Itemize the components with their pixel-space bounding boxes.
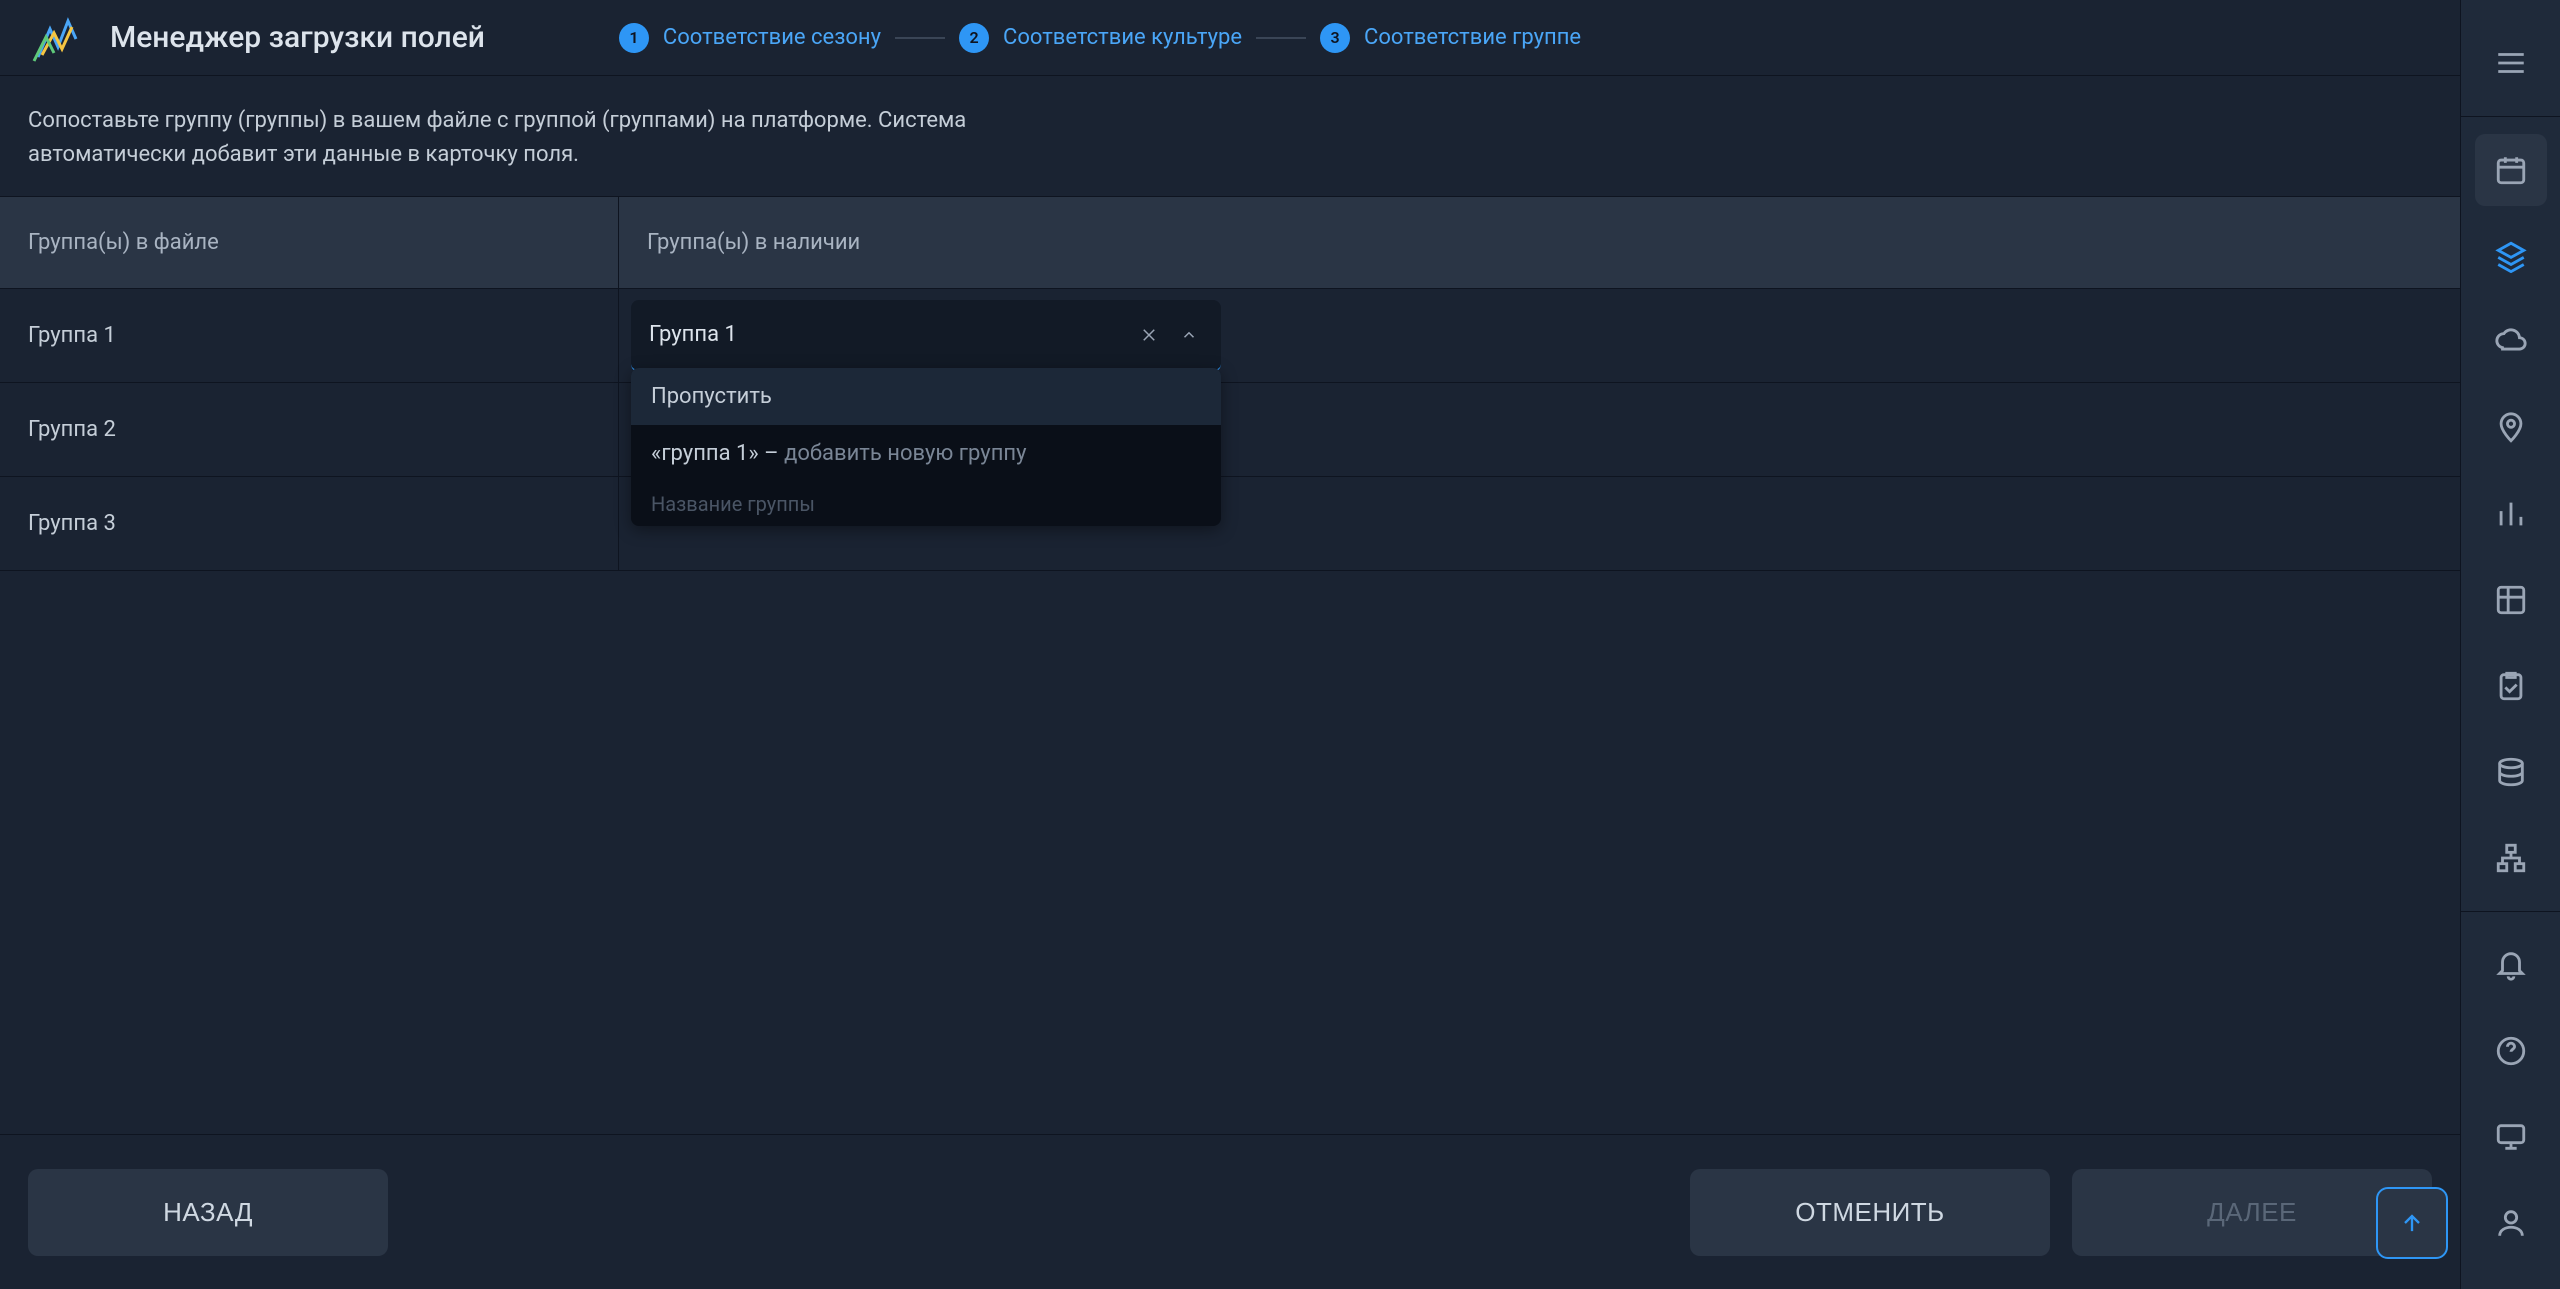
location-icon[interactable]: [2475, 392, 2547, 464]
header: Менеджер загрузки полей 1 Соответствие с…: [0, 0, 2460, 76]
step-separator: [1256, 37, 1306, 39]
rail-separator: [2461, 116, 2560, 117]
step-culture[interactable]: 2 Соответствие культуре: [959, 23, 1242, 53]
column-header-file: Группа(ы) в файле: [0, 230, 618, 255]
column-header-available: Группа(ы) в наличии: [618, 197, 2460, 288]
dropdown-option-skip[interactable]: Пропустить: [631, 368, 1221, 425]
calendar-icon[interactable]: [2475, 134, 2547, 206]
layers-icon[interactable]: [2475, 220, 2547, 292]
sitemap-icon[interactable]: [2475, 822, 2547, 894]
step-number: 1: [619, 23, 649, 53]
select-value: Группа 1: [649, 322, 1123, 347]
back-button[interactable]: НАЗАД: [28, 1169, 388, 1256]
table-row: Группа 3 Название группы: [0, 477, 2460, 571]
cancel-button[interactable]: ОТМЕНИТЬ: [1690, 1169, 2050, 1256]
dropdown-hint: Название группы: [631, 482, 1221, 526]
stepper: 1 Соответствие сезону 2 Соответствие кул…: [619, 23, 1581, 53]
monitor-icon[interactable]: [2475, 1101, 2547, 1173]
clear-icon[interactable]: [1135, 321, 1163, 349]
step-number: 3: [1320, 23, 1350, 53]
bell-icon[interactable]: [2475, 929, 2547, 1001]
clipboard-check-icon[interactable]: [2475, 650, 2547, 722]
step-number: 2: [959, 23, 989, 53]
mapping-table: Группа(ы) в файле Группа(ы) в наличии Гр…: [0, 196, 2460, 571]
page-title: Менеджер загрузки полей: [110, 20, 485, 55]
step-season[interactable]: 1 Соответствие сезону: [619, 23, 881, 53]
file-group-cell: Группа 2: [0, 383, 618, 476]
dropdown-option-add-new[interactable]: «группа 1» – добавить новую группу: [631, 425, 1221, 482]
chart-icon[interactable]: [2475, 478, 2547, 550]
file-group-cell: Группа 3: [0, 477, 618, 570]
caret-up-icon[interactable]: [1175, 321, 1203, 349]
right-rail: [2460, 0, 2560, 1289]
table-header-row: Группа(ы) в файле Группа(ы) в наличии: [0, 196, 2460, 289]
step-separator: [895, 37, 945, 39]
table-row: Группа 2 Название группы: [0, 383, 2460, 477]
step-label: Соответствие группе: [1364, 25, 1581, 50]
cloud-icon[interactable]: [2475, 306, 2547, 378]
available-group-cell: Группа 1 Пропустить «группа 1» – добавит…: [618, 289, 2460, 382]
description-text: Сопоставьте группу (группы) в вашем файл…: [0, 76, 1150, 196]
grid-icon[interactable]: [2475, 564, 2547, 636]
step-label: Соответствие сезону: [663, 25, 881, 50]
database-icon[interactable]: [2475, 736, 2547, 808]
file-group-cell: Группа 1: [0, 289, 618, 382]
step-label: Соответствие культуре: [1003, 25, 1242, 50]
group-select[interactable]: Группа 1: [631, 300, 1221, 372]
help-icon[interactable]: [2475, 1015, 2547, 1087]
app-logo: [28, 9, 86, 67]
table-row: Группа 1 Группа 1 Пропустить: [0, 289, 2460, 383]
user-icon[interactable]: [2475, 1187, 2547, 1259]
rail-separator: [2461, 911, 2560, 912]
footer: НАЗАД ОТМЕНИТЬ ДАЛЕЕ: [0, 1134, 2460, 1289]
step-group[interactable]: 3 Соответствие группе: [1320, 23, 1581, 53]
menu-icon[interactable]: [2475, 27, 2547, 99]
group-dropdown: Пропустить «группа 1» – добавить новую г…: [631, 368, 1221, 526]
upload-fab[interactable]: [2376, 1187, 2448, 1259]
